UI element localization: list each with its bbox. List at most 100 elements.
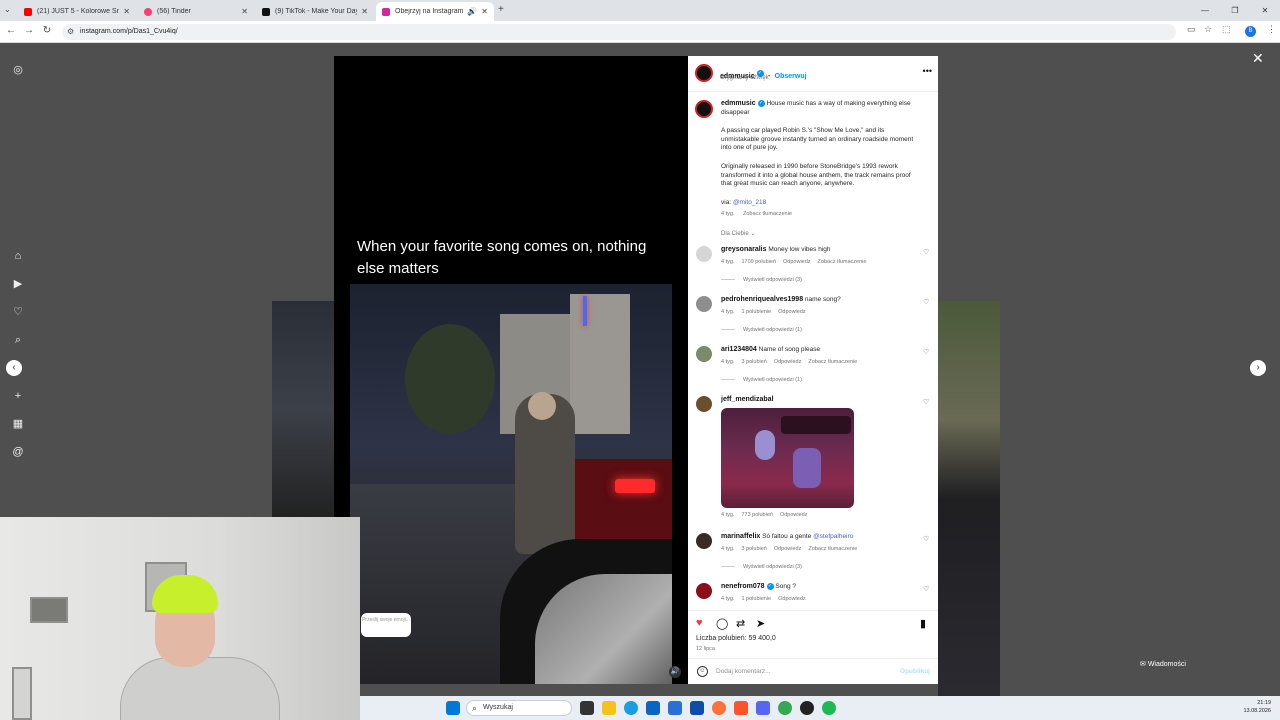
translate-link[interactable]: Zobacz tłumaczenie xyxy=(808,359,857,365)
comment-input[interactable]: Dodaj komentarz... xyxy=(716,668,771,675)
like-comment-icon[interactable]: ♡ xyxy=(923,348,929,356)
audio-label[interactable]: Oryginalny dźwięk xyxy=(720,75,769,81)
maximize-icon[interactable]: ❐ xyxy=(1220,0,1250,21)
comment-likes[interactable]: 1709 polubień xyxy=(741,259,776,265)
reload-icon[interactable]: ↻ xyxy=(40,25,54,36)
comment-icon[interactable]: ◯ xyxy=(716,617,728,630)
comment-username[interactable]: nenefrom078 xyxy=(721,583,765,590)
emoji-reaction-popup[interactable]: Prześlij swoje emoji... xyxy=(361,613,411,637)
extensions-icon[interactable]: ⬚ xyxy=(1222,24,1231,35)
mention-link[interactable]: @stefpalheiro xyxy=(813,533,853,540)
like-comment-icon[interactable]: ♡ xyxy=(923,585,929,593)
close-window-icon[interactable]: ✕ xyxy=(1250,0,1280,21)
comment-likes[interactable]: 3 polubień xyxy=(741,359,766,365)
new-tab-button[interactable]: + xyxy=(498,4,504,15)
comment-avatar[interactable] xyxy=(696,296,712,312)
comment-avatar[interactable] xyxy=(696,246,712,262)
reply-button[interactable]: Odpowiedz xyxy=(774,546,802,552)
reply-button[interactable]: Odpowiedz xyxy=(774,359,802,365)
minimize-icon[interactable]: — xyxy=(1190,0,1220,21)
view-replies-button[interactable]: Wyświetl odpowiedzi (3) xyxy=(721,277,802,283)
view-replies-button[interactable]: Wyświetl odpowiedzi (1) xyxy=(721,327,802,333)
close-tab-icon[interactable]: ✕ xyxy=(361,7,368,16)
view-replies-button[interactable]: Wyświetl odpowiedzi (1) xyxy=(721,377,802,383)
forward-icon[interactable]: → xyxy=(22,25,36,36)
tab-youtube[interactable]: (21) JUST 5 - Kolorowe Sny 202... ✕ xyxy=(18,2,136,21)
site-info-icon[interactable]: ⚙ xyxy=(67,24,74,40)
like-comment-icon[interactable]: ♡ xyxy=(923,248,929,256)
reply-button[interactable]: Odpowiedz xyxy=(778,309,806,315)
reply-button[interactable]: Odpowiedz xyxy=(783,259,811,265)
like-comment-icon[interactable]: ♡ xyxy=(923,298,929,306)
comment-likes[interactable]: 773 polubień xyxy=(741,512,773,518)
start-icon[interactable] xyxy=(446,701,460,715)
comment-username[interactable]: marinaffelix xyxy=(721,533,760,540)
publish-button[interactable]: Opublikuj xyxy=(900,668,930,675)
install-app-icon[interactable]: ▭ xyxy=(1187,24,1196,35)
via-handle-link[interactable]: @mito_218 xyxy=(733,199,766,206)
close-modal-icon[interactable]: ✕ xyxy=(1252,50,1264,67)
notifications-icon[interactable]: ♡ xyxy=(11,305,25,319)
comment-likes[interactable]: 3 polubień xyxy=(741,546,766,552)
store-icon[interactable] xyxy=(668,701,682,715)
address-bar[interactable]: ⚙ instagram.com/p/Das1_Cvu4iq/ xyxy=(62,24,1176,40)
translate-link[interactable]: Zobacz tłumaczenie xyxy=(808,546,857,552)
menu-icon[interactable]: ⋮ xyxy=(1267,24,1276,35)
author-avatar[interactable] xyxy=(695,100,713,118)
comment-avatar[interactable] xyxy=(696,583,712,599)
emoji-icon[interactable]: ☺ xyxy=(697,666,708,677)
previous-arrow-icon[interactable]: ‹ xyxy=(6,360,22,376)
author-avatar[interactable] xyxy=(695,64,713,82)
comment-avatar[interactable] xyxy=(696,396,712,412)
comment-username[interactable]: jeff_mendizabal xyxy=(721,396,774,403)
comment-likes[interactable]: 1 polubienie xyxy=(741,596,771,602)
reply-button[interactable]: Odpowiedz xyxy=(778,596,806,602)
caption-author[interactable]: edmmusic xyxy=(721,100,756,107)
chrome-icon[interactable] xyxy=(778,701,792,715)
next-arrow-icon[interactable]: › xyxy=(1250,360,1266,376)
profile-avatar[interactable]: B xyxy=(1245,26,1256,37)
like-comment-icon[interactable]: ♡ xyxy=(923,398,929,406)
tab-instagram[interactable]: Obejrzyj na Instagramie rolk... 🔊 ✕ xyxy=(376,2,494,21)
taskbar-clock[interactable]: 21:19 13.08.2026 xyxy=(1243,700,1271,715)
comment-filter-dropdown[interactable]: Dla Ciebie ⌄ xyxy=(721,230,755,237)
reel-video[interactable]: When your favorite song comes on, nothin… xyxy=(334,56,688,684)
taskbar-search[interactable]: Wyszukaj xyxy=(466,700,572,716)
mail-icon[interactable] xyxy=(690,701,704,715)
firefox-icon[interactable] xyxy=(712,701,726,715)
tab-tinder[interactable]: (56) Tinder ✕ xyxy=(138,2,254,21)
comment-avatar[interactable] xyxy=(696,346,712,362)
outlook-icon[interactable] xyxy=(646,701,660,715)
brave-icon[interactable] xyxy=(734,701,748,715)
comment-username[interactable]: ari1234804 xyxy=(721,346,757,353)
task-view-icon[interactable] xyxy=(580,701,594,715)
close-tab-icon[interactable]: ✕ xyxy=(123,7,130,16)
gif-comment-image[interactable] xyxy=(721,408,854,508)
translate-link[interactable]: Zobacz tłumaczenie xyxy=(743,211,792,217)
like-comment-icon[interactable]: ♡ xyxy=(923,535,929,543)
spotify-icon[interactable] xyxy=(822,701,836,715)
comment-username[interactable]: greysonaralis xyxy=(721,246,767,253)
tab-search-icon[interactable]: ⌄ xyxy=(4,5,11,14)
share-icon[interactable]: ➤ xyxy=(756,617,765,630)
obs-icon[interactable] xyxy=(800,701,814,715)
comments-list[interactable]: edmmusic ✓ House music has a way of makin… xyxy=(688,94,938,610)
instagram-icon[interactable]: ◎ xyxy=(11,63,25,77)
repost-icon[interactable]: ⇄ xyxy=(736,617,745,630)
like-icon[interactable]: ♥ xyxy=(696,617,703,629)
previous-post-preview[interactable] xyxy=(272,301,334,517)
close-tab-icon[interactable]: ✕ xyxy=(481,7,488,16)
next-post-preview[interactable] xyxy=(938,301,1000,696)
comment-likes[interactable]: 1 polubienie xyxy=(741,309,771,315)
create-icon[interactable]: + xyxy=(11,389,25,403)
edge-icon[interactable] xyxy=(624,701,638,715)
likes-count[interactable]: Liczba polubień: 59 400,0 xyxy=(696,635,776,642)
follow-button[interactable]: Obserwuj xyxy=(775,73,807,80)
file-explorer-icon[interactable] xyxy=(602,701,616,715)
audio-icon[interactable]: 🔊 xyxy=(467,7,477,16)
view-replies-button[interactable]: Wyświetl odpowiedzi (3) xyxy=(721,564,802,570)
messages-button[interactable]: ✉ Wiadomości xyxy=(1140,660,1186,668)
volume-icon[interactable]: 🔊 xyxy=(669,666,681,678)
reels-icon[interactable]: ▶ xyxy=(11,277,25,291)
comment-username[interactable]: pedrohenriquealves1998 xyxy=(721,296,803,303)
